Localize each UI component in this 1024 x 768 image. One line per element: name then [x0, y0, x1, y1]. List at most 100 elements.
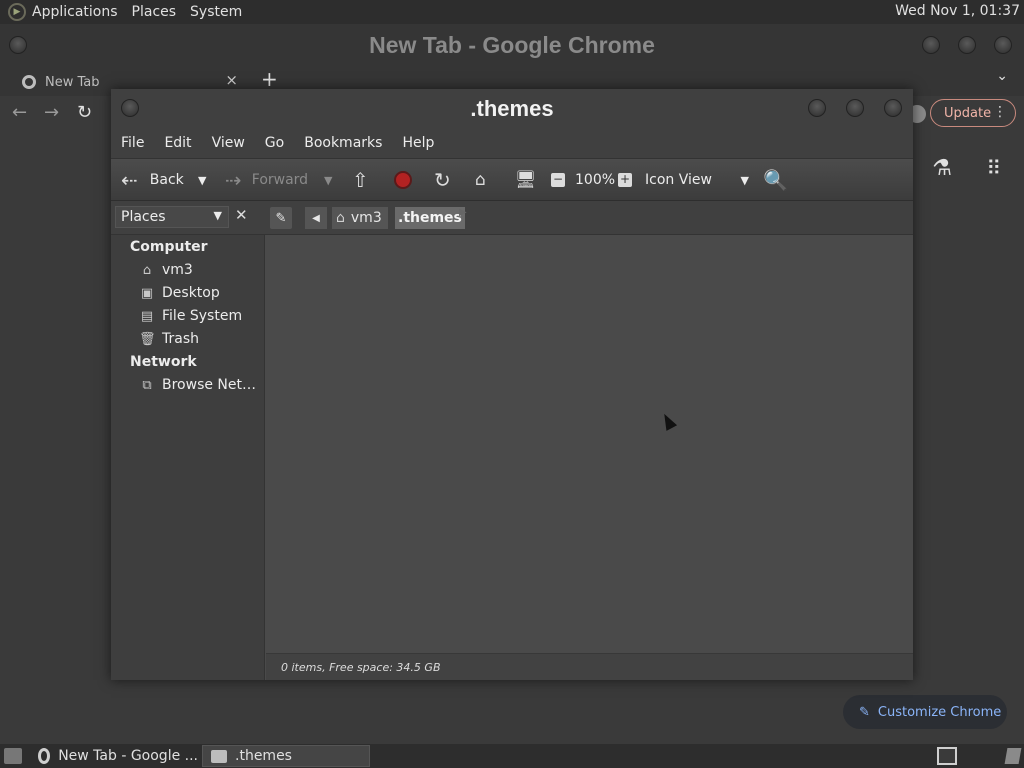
tray-notes-icon[interactable]: [1004, 748, 1022, 764]
zoom-out-icon: −: [551, 172, 565, 187]
chrome-close-icon[interactable]: [994, 36, 1012, 54]
folder-icon: [211, 749, 227, 763]
menu-go[interactable]: Go: [265, 135, 284, 151]
sidebar-item-label: Browse Net…: [162, 377, 257, 393]
fm-minimize-icon[interactable]: [808, 99, 826, 117]
customize-chrome-button[interactable]: ✎ Customize Chrome: [843, 695, 1007, 729]
file-view-area[interactable]: [266, 235, 913, 653]
computer-icon[interactable]: 🖥: [515, 159, 537, 201]
view-mode-label: Icon View: [645, 172, 712, 188]
home-folder-icon: ⌂: [336, 210, 345, 226]
taskbar-item-themes[interactable]: .themes: [202, 745, 370, 767]
sidebar-item-label: vm3: [162, 262, 193, 278]
sidebar-item-label: File System: [162, 308, 243, 324]
fm-titlebar[interactable]: .themes: [111, 89, 913, 127]
zoom-in-button[interactable]: +: [618, 159, 632, 201]
chevron-down-icon: ▼: [213, 209, 222, 222]
panel-clock[interactable]: Wed Nov 1, 01:37: [895, 3, 1020, 19]
close-tab-icon[interactable]: ×: [225, 71, 238, 89]
back-label: Back: [149, 172, 184, 188]
reload-icon[interactable]: ↻: [434, 159, 451, 201]
chrome-titlebar[interactable]: New Tab - Google Chrome: [0, 24, 1024, 66]
taskbar-item-label: New Tab - Google ...: [58, 748, 198, 764]
stop-button[interactable]: [394, 159, 412, 201]
forward-arrow-icon: ⇢: [225, 168, 242, 192]
fm-window-title: .themes: [470, 96, 554, 121]
trash-icon: 🗑: [139, 331, 156, 347]
taskbar-item-chrome[interactable]: New Tab - Google ...: [30, 745, 198, 767]
menu-applications[interactable]: Applications: [32, 4, 118, 20]
view-mode-select[interactable]: Icon View ▼: [645, 159, 749, 201]
back-history-dropdown-icon[interactable]: ▼: [198, 159, 206, 201]
apps-grid-icon[interactable]: ⠿: [986, 156, 1001, 180]
forward-label: Forward: [251, 172, 309, 188]
drive-icon: ▤: [140, 308, 154, 324]
menu-places[interactable]: Places: [132, 4, 177, 20]
sidebar-item-file-system[interactable]: ▤ File System: [139, 306, 242, 326]
breadcrumb-vm3[interactable]: ⌂ vm3: [332, 207, 388, 229]
breadcrumb-scroll-right-icon[interactable]: ▶: [459, 207, 467, 218]
sidebar-item-vm3[interactable]: ⌂ vm3: [139, 260, 193, 280]
pencil-icon: ✎: [859, 704, 870, 720]
places-sidebar: Computer ⌂ vm3 ▣ Desktop ▤ File System 🗑…: [111, 235, 265, 680]
zoom-in-icon: +: [618, 172, 632, 187]
taskbar-item-label: .themes: [235, 748, 292, 764]
top-panel: ▶ Applications Places System Wed Nov 1, …: [0, 0, 1024, 24]
workspace-switcher[interactable]: [937, 747, 957, 765]
chrome-maximize-icon[interactable]: [958, 36, 976, 54]
sidebar-item-label: Trash: [162, 331, 199, 347]
tab-label: New Tab: [45, 74, 100, 90]
close-side-pane-icon[interactable]: ✕: [235, 206, 248, 224]
menu-view[interactable]: View: [212, 135, 245, 151]
fm-close-icon[interactable]: [884, 99, 902, 117]
chrome-favicon-icon: [22, 75, 36, 89]
chrome-minimize-icon[interactable]: [922, 36, 940, 54]
up-arrow-icon[interactable]: ⇧: [352, 159, 369, 201]
breadcrumb-scroll-left-icon[interactable]: ◀: [305, 207, 327, 229]
home-folder-icon[interactable]: ⌂: [475, 159, 486, 201]
file-manager-window: .themes File Edit View Go Bookmarks Help…: [111, 89, 913, 680]
network-icon: ⧉: [142, 377, 152, 393]
customize-chrome-label: Customize Chrome: [877, 704, 1002, 720]
more-vertical-icon[interactable]: ⋮: [993, 104, 1007, 120]
search-icon[interactable]: 🔍: [763, 159, 788, 201]
bottom-panel: New Tab - Google ... .themes: [0, 744, 1024, 768]
reload-icon[interactable]: ↻: [77, 102, 92, 123]
breadcrumb-current[interactable]: .themes: [395, 207, 465, 229]
forward-button[interactable]: ⇢ Forward: [225, 159, 308, 201]
edit-location-icon[interactable]: ✎: [270, 207, 292, 229]
menu-system[interactable]: System: [190, 4, 242, 20]
side-pane-select[interactable]: Places ▼: [115, 206, 229, 228]
menu-edit[interactable]: Edit: [164, 135, 191, 151]
show-desktop-icon[interactable]: [4, 748, 22, 764]
fm-menubar: File Edit View Go Bookmarks Help: [111, 127, 913, 159]
chrome-icon: [38, 748, 51, 764]
stop-icon: [394, 171, 412, 189]
zoom-out-button[interactable]: −: [551, 159, 565, 201]
sidebar-item-desktop[interactable]: ▣ Desktop: [139, 283, 220, 303]
fm-maximize-icon[interactable]: [846, 99, 864, 117]
menu-help[interactable]: Help: [402, 135, 434, 151]
forward-arrow-icon[interactable]: →: [44, 102, 59, 123]
desktop-folder-icon: ▣: [140, 285, 154, 301]
back-button[interactable]: ⇠ Back: [121, 159, 184, 201]
sidebar-item-trash[interactable]: 🗑 Trash: [139, 329, 199, 349]
sidebar-item-browse-network[interactable]: ⧉ Browse Net…: [139, 375, 256, 395]
sidebar-header-network: Network: [130, 354, 197, 370]
update-label: Update: [944, 105, 992, 121]
update-button[interactable]: Update ⋮: [930, 99, 1016, 127]
forward-history-dropdown-icon[interactable]: ▼: [324, 159, 332, 201]
menu-file[interactable]: File: [121, 135, 144, 151]
back-arrow-icon: ⇠: [121, 168, 138, 192]
status-bar: 0 items, Free space: 34.5 GB: [266, 653, 913, 680]
menu-bookmarks[interactable]: Bookmarks: [304, 135, 382, 151]
new-tab-button[interactable]: +: [261, 67, 278, 91]
tab-search-icon[interactable]: ⌄: [996, 68, 1008, 84]
labs-flask-icon[interactable]: ⚗: [932, 156, 952, 181]
breadcrumb-vm3-label: vm3: [350, 210, 382, 226]
chevron-down-icon: ▼: [740, 173, 749, 187]
sidebar-item-label: Desktop: [162, 285, 220, 301]
breadcrumb-current-label: .themes: [398, 210, 462, 226]
back-arrow-icon[interactable]: ←: [12, 102, 27, 123]
distro-logo-icon[interactable]: ▶: [8, 3, 26, 21]
